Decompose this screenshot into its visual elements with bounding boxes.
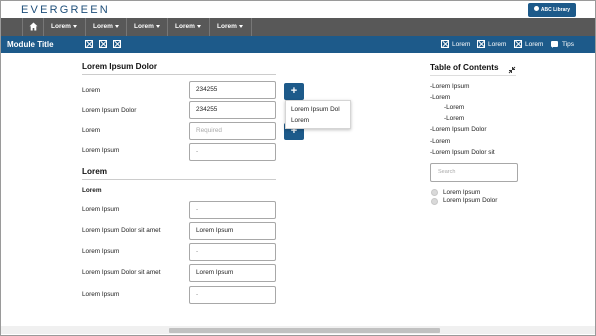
section-title-1: Lorem Ipsum Dolor (82, 62, 158, 71)
toc-item[interactable]: -Lorem (444, 104, 464, 111)
collapse-icon[interactable] (508, 66, 516, 74)
nav-item-3[interactable]: Lorem (127, 18, 168, 36)
nav-home-button[interactable] (22, 18, 44, 36)
field-label: Lorem Ipsum Dolor (82, 107, 137, 114)
logo-text: EVERGREEN (21, 4, 110, 16)
evergreen-logo[interactable]: EVERGREEN (21, 4, 110, 16)
radio-label: Lorem Ipsum Dolor (443, 197, 498, 204)
text-field[interactable]: - (189, 201, 276, 219)
brand-bar: EVERGREEN ABC Library (1, 1, 595, 19)
text-field[interactable]: - (189, 286, 276, 304)
radio-button[interactable] (431, 198, 438, 205)
toc-title: Table of Contents (430, 63, 499, 72)
library-button[interactable]: ABC Library (528, 3, 576, 17)
module-link-1[interactable]: Lorem (452, 36, 470, 53)
nav-item-5[interactable]: Lorem (210, 18, 252, 36)
speech-bubble-icon (551, 41, 558, 48)
module-link-icon-3[interactable] (514, 40, 522, 48)
add-dropdown-menu: Lorem Ipsum Dol Lorem (285, 100, 351, 129)
dropdown-item[interactable]: Lorem Ipsum Dol (291, 106, 340, 113)
app-window: EVERGREEN ABC Library Lorem Lorem Lorem … (0, 0, 596, 336)
scrollbar-thumb[interactable] (169, 328, 440, 333)
horizontal-scrollbar[interactable] (1, 326, 595, 334)
field-label: Lorem Ipsum (82, 147, 120, 154)
nav-item-4[interactable]: Lorem (168, 18, 210, 36)
radio-label: Lorem Ipsum (443, 189, 481, 196)
module-link-3[interactable]: Lorem (525, 36, 543, 53)
nav-item-1[interactable]: Lorem (44, 18, 86, 36)
toc-item[interactable]: -Lorem Ipsum Dolor sit (430, 149, 495, 156)
toc-divider (430, 75, 516, 76)
add-button[interactable]: + (284, 83, 304, 100)
module-link-icon-1[interactable] (441, 40, 449, 48)
dropdown-item[interactable]: Lorem (291, 117, 309, 124)
text-field[interactable]: - (189, 243, 276, 261)
main-nav: Lorem Lorem Lorem Lorem Lorem (1, 18, 595, 36)
field-label: Lorem (82, 127, 101, 134)
text-field[interactable]: Lorem Ipsum (189, 264, 276, 282)
field-label: Lorem Ipsum Dolor sit amet (82, 269, 161, 276)
nav-item-2[interactable]: Lorem (86, 18, 127, 36)
module-title: Module Title (7, 40, 54, 49)
library-icon (533, 6, 539, 12)
section-title-2: Lorem (82, 167, 108, 176)
toc-item[interactable]: -Lorem Ipsum Dolor (430, 126, 486, 133)
text-field[interactable]: Lorem Ipsum (189, 222, 276, 240)
module-action-icon-2[interactable] (99, 40, 107, 48)
chevron-down-icon (114, 24, 119, 28)
field-label: Lorem (82, 87, 101, 94)
chevron-down-icon (196, 24, 201, 28)
required-field[interactable]: Required (189, 122, 276, 140)
toc-item[interactable]: -Lorem (430, 138, 450, 145)
module-link-2[interactable]: Lorem (488, 36, 506, 53)
field-label: Lorem Ipsum (82, 248, 120, 255)
toc-search-input[interactable]: Search (430, 163, 518, 182)
toc-item[interactable]: -Lorem (430, 94, 450, 101)
text-field[interactable]: 234255 (189, 81, 276, 99)
chevron-down-icon (238, 24, 243, 28)
home-icon (29, 22, 38, 31)
field-label: Lorem Ipsum Dolor sit amet (82, 227, 161, 234)
radio-button[interactable] (431, 189, 438, 196)
chevron-down-icon (155, 24, 160, 28)
module-action-icon-1[interactable] (85, 40, 93, 48)
module-link-icon-2[interactable] (477, 40, 485, 48)
field-label: Lorem Ipsum (82, 206, 120, 213)
toc-item[interactable]: -Lorem Ipsum (430, 83, 469, 90)
field-label: Lorem Ipsum (82, 291, 120, 298)
chevron-down-icon (72, 24, 77, 28)
section-subtitle: Lorem (82, 187, 102, 194)
module-action-icon-3[interactable] (113, 40, 121, 48)
module-bar: Module Title Lorem Lorem Lorem Tips (1, 36, 595, 53)
section-divider-1 (82, 74, 276, 75)
tips-link[interactable]: Tips (562, 36, 574, 53)
toc-item[interactable]: -Lorem (444, 115, 464, 122)
section-divider-2 (82, 179, 276, 180)
text-field[interactable]: - (189, 143, 276, 161)
text-field[interactable]: 234255 (189, 101, 276, 119)
